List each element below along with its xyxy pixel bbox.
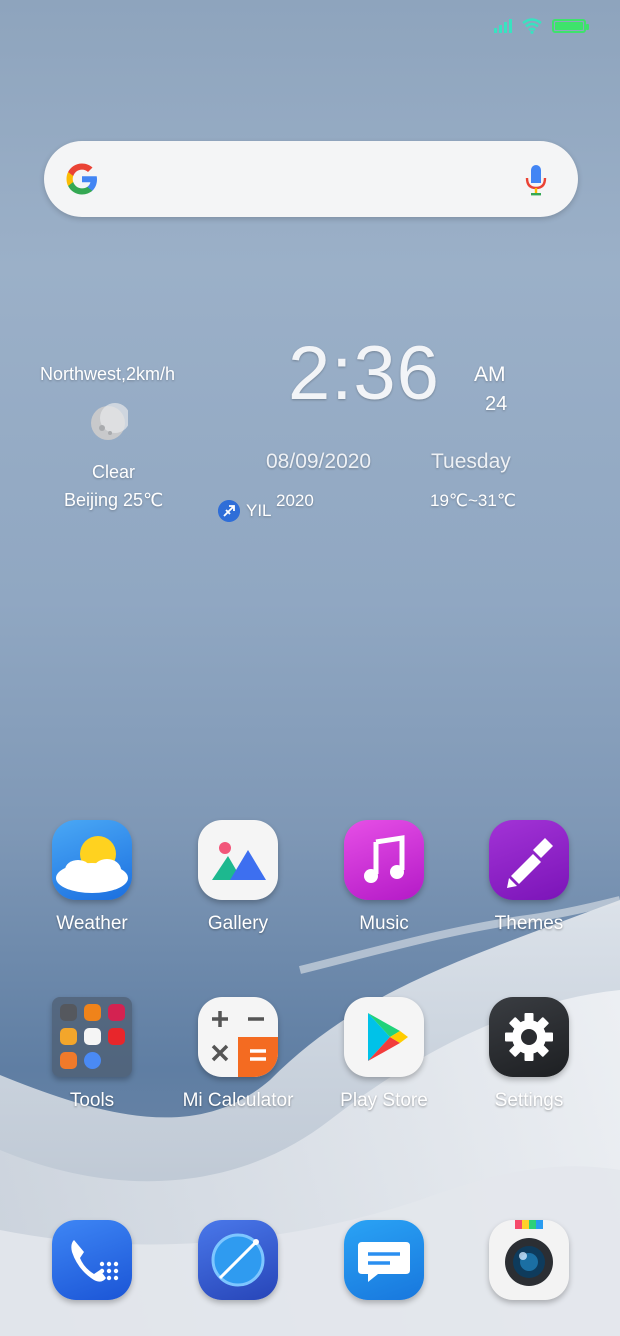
battery-icon: [552, 19, 589, 33]
sagittarius-icon: [218, 500, 240, 522]
app-calculator[interactable]: Mi Calculator: [178, 997, 298, 1112]
tools-folder-icon: [52, 997, 132, 1077]
dock-phone[interactable]: [32, 1220, 152, 1300]
calculator-icon: [198, 997, 278, 1077]
dock-browser[interactable]: [178, 1220, 298, 1300]
signal-icon: [494, 19, 512, 33]
location-temperature: Beijing 25℃: [64, 490, 164, 510]
google-search-bar[interactable]: [44, 141, 578, 217]
app-label: Tools: [69, 1090, 115, 1111]
play-store-icon: [344, 997, 424, 1077]
status-bar: [494, 18, 589, 34]
temperature-range: 19℃~31℃: [430, 491, 516, 510]
dock-messages[interactable]: [324, 1220, 444, 1300]
app-weather[interactable]: Weather: [32, 820, 152, 935]
weather-icon: [52, 820, 132, 900]
wifi-icon: [522, 18, 542, 34]
clock-year: 2020: [276, 491, 314, 510]
app-label: Mi Calculator: [182, 1090, 294, 1111]
clock-seconds: 24: [485, 393, 508, 415]
music-icon: [344, 820, 424, 900]
gallery-icon: [198, 820, 278, 900]
clock-ampm: AM: [474, 363, 506, 386]
camera-icon: [489, 1220, 569, 1300]
app-label: Settings: [494, 1090, 564, 1111]
settings-icon: [489, 997, 569, 1077]
app-music[interactable]: Music: [324, 820, 444, 935]
dock-camera[interactable]: [469, 1220, 589, 1300]
phone-icon: [52, 1220, 132, 1300]
clock-weekday: Tuesday: [431, 450, 511, 473]
themes-icon: [489, 820, 569, 900]
app-label: Music: [359, 913, 409, 934]
app-gallery[interactable]: Gallery: [178, 820, 298, 935]
browser-icon: [198, 1220, 278, 1300]
app-themes[interactable]: Themes: [469, 820, 589, 935]
messages-icon: [344, 1220, 424, 1300]
weather-condition: Clear: [92, 462, 136, 482]
app-label: Themes: [494, 913, 564, 934]
zodiac-label: YIL: [246, 501, 272, 520]
mic-icon[interactable]: [524, 163, 548, 197]
app-label: Weather: [56, 913, 128, 934]
app-label: Gallery: [207, 913, 269, 934]
clock-date: 08/09/2020: [266, 450, 372, 473]
wind-info: Northwest,2km/h: [40, 364, 176, 384]
google-g-icon: [66, 163, 97, 195]
app-tools-folder[interactable]: Tools: [32, 997, 152, 1112]
clock-time[interactable]: 2:36: [288, 330, 440, 417]
moon-icon: [91, 403, 128, 440]
app-settings[interactable]: Settings: [469, 997, 589, 1112]
app-play-store[interactable]: Play Store: [324, 997, 444, 1112]
app-label: Play Store: [340, 1090, 428, 1111]
